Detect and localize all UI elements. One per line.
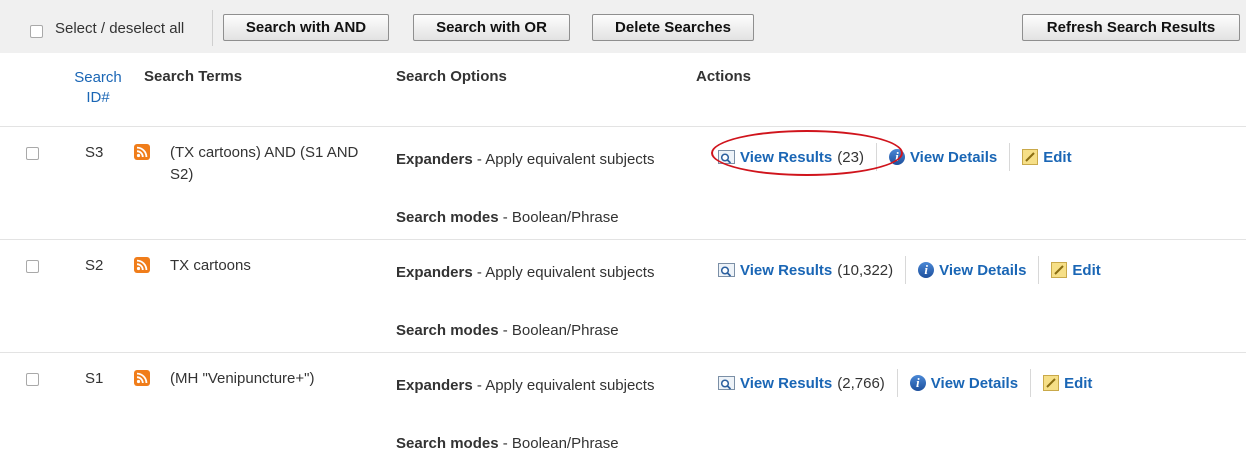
- search-modes-option: Search modes - Boolean/Phrase: [396, 209, 619, 226]
- expanders-label: Expanders: [396, 264, 473, 281]
- search-id: S3: [85, 144, 104, 161]
- pencil-icon[interactable]: [1051, 262, 1068, 278]
- expanders-value: - Apply equivalent subjects: [472, 151, 655, 168]
- delete-searches-button[interactable]: Delete Searches: [592, 14, 754, 41]
- search-modes-value: - Boolean/Phrase: [498, 435, 619, 452]
- pencil-icon[interactable]: [1043, 375, 1060, 391]
- magnifier-icon[interactable]: [718, 263, 735, 277]
- info-icon[interactable]: i: [918, 262, 935, 278]
- info-icon[interactable]: i: [909, 375, 926, 391]
- search-with-and-button[interactable]: Search with AND: [223, 14, 389, 41]
- view-details-link[interactable]: View Details: [910, 149, 997, 166]
- expanders-option: Expanders - Apply equivalent subjects: [396, 375, 656, 397]
- select-all-checkbox[interactable]: [30, 25, 43, 38]
- action-divider: [896, 369, 898, 397]
- view-results-link[interactable]: View Results: [740, 262, 832, 279]
- table-row: S3 (TX cartoons) AND (S1 AND S2) Expande…: [0, 126, 1246, 239]
- table-row: S2 TX cartoons Expanders - Apply equival…: [0, 239, 1246, 352]
- search-id: S1: [85, 370, 104, 387]
- search-modes-label: Search modes: [396, 435, 499, 452]
- rss-feed-icon[interactable]: [134, 370, 150, 386]
- select-all-label[interactable]: Select / deselect all: [55, 20, 184, 37]
- edit-link[interactable]: Edit: [1043, 149, 1071, 166]
- action-divider: [1030, 369, 1032, 397]
- expanders-value: - Apply equivalent subjects: [472, 377, 655, 394]
- search-with-or-button[interactable]: Search with OR: [413, 14, 570, 41]
- action-divider: [1038, 256, 1040, 284]
- search-terms: (TX cartoons) AND (S1 AND S2): [170, 144, 359, 183]
- toolbar-divider: [212, 10, 213, 46]
- highlight-circle-annotation: [711, 130, 903, 176]
- row-select-checkbox[interactable]: [26, 373, 39, 386]
- expanders-label: Expanders: [396, 377, 473, 394]
- row-select-checkbox[interactable]: [26, 147, 39, 160]
- rss-feed-icon[interactable]: [134, 144, 150, 160]
- edit-link[interactable]: Edit: [1064, 375, 1092, 392]
- column-header-search-id-line2[interactable]: ID#: [66, 88, 130, 108]
- row-actions: View Results (2,766) i View Details Edit: [718, 369, 1092, 397]
- search-modes-value: - Boolean/Phrase: [498, 322, 619, 339]
- result-count: (2,766): [837, 374, 885, 392]
- search-modes-value: - Boolean/Phrase: [498, 209, 619, 226]
- view-results-link[interactable]: View Results: [740, 375, 832, 392]
- action-divider: [905, 256, 907, 284]
- refresh-search-results-button[interactable]: Refresh Search Results: [1022, 14, 1240, 41]
- column-header-actions: Actions: [696, 68, 752, 85]
- view-details-link[interactable]: View Details: [931, 375, 1018, 392]
- expanders-value: - Apply equivalent subjects: [472, 264, 655, 281]
- expanders-option: Expanders - Apply equivalent subjects: [396, 262, 656, 284]
- edit-link[interactable]: Edit: [1072, 262, 1100, 279]
- search-modes-option: Search modes - Boolean/Phrase: [396, 435, 619, 452]
- view-details-link[interactable]: View Details: [939, 262, 1026, 279]
- column-header-search-id[interactable]: Search ID#: [66, 68, 130, 108]
- search-terms: TX cartoons: [170, 257, 251, 274]
- search-id: S2: [85, 257, 104, 274]
- expanders-label: Expanders: [396, 151, 473, 168]
- row-actions: View Results (10,322) i View Details Edi…: [718, 256, 1101, 284]
- table-row: S1 (MH "Venipuncture+") Expanders - Appl…: [0, 352, 1246, 462]
- search-terms: (MH "Venipuncture+"): [170, 370, 315, 387]
- rss-feed-icon[interactable]: [134, 257, 150, 273]
- row-select-checkbox[interactable]: [26, 260, 39, 273]
- column-header-search-terms: Search Terms: [144, 68, 243, 85]
- action-divider: [1009, 143, 1011, 171]
- column-header-search-options: Search Options: [396, 68, 507, 85]
- search-modes-label: Search modes: [396, 209, 499, 226]
- search-modes-label: Search modes: [396, 322, 499, 339]
- magnifier-icon[interactable]: [718, 376, 735, 390]
- column-header-search-id-line1[interactable]: Search: [66, 68, 130, 88]
- search-history-toolbar: Select / deselect all Search with AND Se…: [0, 0, 1246, 53]
- pencil-icon[interactable]: [1022, 149, 1039, 165]
- search-modes-option: Search modes - Boolean/Phrase: [396, 322, 619, 339]
- expanders-option: Expanders - Apply equivalent subjects: [396, 149, 656, 171]
- result-count: (10,322): [837, 261, 894, 279]
